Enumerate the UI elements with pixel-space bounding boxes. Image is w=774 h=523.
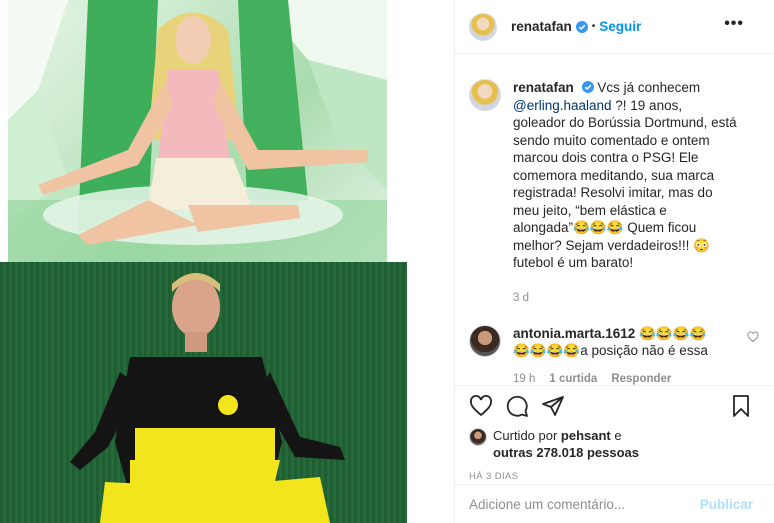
comment-meta: 19 h 1 curtida Responder [513, 371, 713, 385]
likes-text: Curtido por pehsant e outras 278.018 pes… [493, 428, 639, 461]
heart-icon[interactable] [469, 394, 493, 418]
more-options-icon[interactable]: ••• [724, 16, 744, 32]
comment-input[interactable] [469, 496, 700, 512]
post-caption: renatafan Vcs já conhecem @erling.haalan… [469, 79, 761, 307]
add-comment-bar: Publicar [455, 484, 774, 523]
verified-badge-icon [581, 81, 594, 93]
liker-avatar[interactable] [469, 428, 487, 446]
comment-timestamp[interactable]: 19 h [513, 371, 535, 385]
post-media[interactable] [0, 0, 454, 523]
caption-username[interactable]: renatafan [513, 80, 574, 95]
post-photo-footballer-meditating [0, 262, 407, 523]
caption-text-part2: ?! 19 anos, goleador do Borússia Dortmun… [513, 97, 737, 271]
caption-body: renatafan Vcs já conhecem @erling.haalan… [513, 79, 737, 307]
post-actions: Curtido por pehsant e outras 278.018 pes… [455, 385, 774, 489]
publish-button[interactable]: Publicar [700, 497, 753, 512]
likes-mid: e [610, 428, 622, 443]
comment-likes-count[interactable]: 1 curtida [549, 371, 597, 385]
follow-button[interactable]: Seguir [599, 19, 641, 34]
verified-badge-icon [575, 20, 588, 33]
post-photo-presenter-meditating [8, 0, 387, 262]
commenter-username[interactable]: antonia.marta.1612 [513, 326, 635, 341]
comments-section[interactable]: renatafan Vcs já conhecem @erling.haalan… [455, 55, 774, 385]
separator-dot: • [591, 21, 596, 32]
commenter-avatar[interactable] [469, 325, 501, 357]
author-avatar[interactable] [469, 12, 497, 41]
footballer-illustration [70, 273, 345, 523]
presenter-illustration [8, 0, 387, 262]
comment-body: antonia.marta.1612 😂😂😂😂😂😂😂😂a posição não… [513, 325, 713, 385]
share-icon[interactable] [541, 394, 565, 418]
likes-others-link[interactable]: outras 278.018 pessoas [493, 445, 639, 460]
action-icons-row [469, 386, 761, 426]
comment-icon[interactable] [505, 394, 529, 418]
comment-item: antonia.marta.1612 😂😂😂😂😂😂😂😂a posição não… [469, 325, 761, 385]
bookmark-icon[interactable] [729, 394, 753, 418]
caption-text-part1: Vcs já conhecem [597, 80, 701, 95]
caption-mention-link[interactable]: @erling.haaland [513, 98, 612, 113]
reply-button[interactable]: Responder [611, 371, 671, 385]
liker-username[interactable]: pehsant [561, 428, 611, 443]
comment-like-heart-icon[interactable] [747, 331, 759, 343]
author-username[interactable]: renatafan [511, 19, 572, 34]
post-details-panel: renatafan • Seguir ••• renatafan Vcs já … [454, 0, 774, 523]
likes-summary: Curtido por pehsant e outras 278.018 pes… [469, 428, 761, 461]
likes-prefix: Curtido por [493, 428, 561, 443]
caption-timestamp[interactable]: 3 d [513, 290, 737, 308]
caption-author-avatar[interactable] [469, 79, 501, 111]
post-timestamp[interactable]: HÁ 3 DIAS [469, 471, 761, 482]
post-header: renatafan • Seguir ••• [455, 0, 774, 54]
